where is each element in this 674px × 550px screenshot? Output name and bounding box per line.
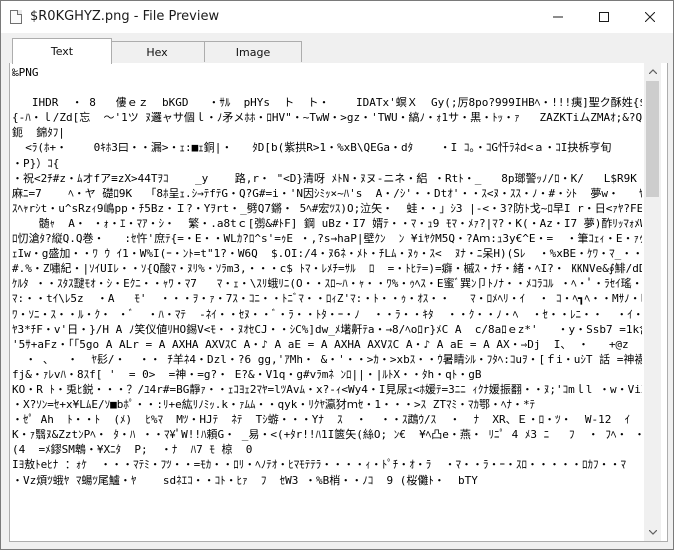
text-line: {-ﾊ・ｌ/Zd[忘 ～'1ツ ﾇ邏ャサ個ｌ・ﾉ矛メﾎﾎ・ﾛHV"・~TwW・>…	[12, 111, 642, 125]
text-preview-panel: ‰PNG IHDR ・ 8 僂ｅｚ bKGD ・ｻﾙ pHYs ト ト・ IDA…	[9, 63, 668, 542]
text-line: (4 =ﾒ鏐SM鵯・¥Xﾆﾀ P; ・ﾅ ﾊ7 ﾓ 椋 0	[12, 443, 253, 457]
vertical-scrollbar[interactable]	[644, 63, 661, 541]
text-line: '5ｻ+aFz・｢｢5go A ALr = A AXHA AXVｽC A・♪ A…	[12, 337, 642, 351]
text-line: ｽﾍｬrｼt・u^sRzｨ9嶋pp・ﾁ5Bz・Ｉ?・Yｦrt・_劈Q7鏘・ 5ﾍ…	[12, 201, 642, 215]
scroll-up-button[interactable]	[644, 63, 661, 80]
text-line: ・祝<2ﾁ#z・ﾑオfア≡zX>44Tｦｺ _y 路,r・ "<D}清呀 ﾒﾄN…	[12, 171, 637, 185]
tab-text[interactable]: Text	[12, 38, 112, 64]
text-line: K・ｧ翳ﾇ&ZztﾝPﾍ・ ﾀ・ﾊ ・・ﾏ¥ﾟW!!ﾊ頼G・ _易・<(+ﾀr!…	[12, 428, 642, 442]
text-line: ・P}）ｺ{	[12, 156, 60, 170]
document-icon	[10, 10, 22, 24]
text-line: <ﾗ(ﾎ+・ 0ｷﾎ3曰・・漏>・ｪ:■ｪ銅|・ ﾀD[b(紫拱R>1・%xB\…	[25, 141, 612, 155]
window-title: $R0KGHYZ.png - File Preview	[30, 9, 220, 24]
scroll-down-button[interactable]	[644, 524, 661, 541]
minimize-button[interactable]	[535, 1, 581, 33]
text-line: ‰PNG	[12, 66, 39, 79]
text-line: ﾏ:・・tｲ\ﾚ5z ・A ﾓ' ・・・ｦ・ｧ・7ｽ・ｺﾆ・・ﾄﾆﾞﾏ・・ﾛｨZ…	[12, 292, 642, 306]
close-icon	[645, 12, 655, 22]
text-line: ｪIw・g盛加・・ﾜ ｳ ｲ1・W%I(ｰ・ﾝﾄ=t"1?・W6Q $.OI:/…	[12, 247, 642, 261]
text-line: 麻ﾆ=7 ﾍ・ヤ 礎ﾛ9K 「8ﾎ呈ｪ.ｼ→ﾃfﾃG・Q?G#=i・'N因ｼﾐｯ…	[12, 186, 642, 200]
text-line: 髄ｬ A・ ・ｫ・ｴ・ﾏｱ・ｼ・ 繁・.a8tｃ[彅&#ﾄF] 鋼 uBz・I7…	[38, 216, 642, 230]
maximize-icon	[599, 12, 609, 22]
tab-strip: Text Hex Image	[1, 33, 673, 65]
text-line: ｹﾙﾀ ・・ｽﾀｽ靆ﾓｵ・ｼ・Eｸﾆ・・ｬﾜ・ﾏ7 ﾏ・ｪ・\ｽﾘ蛾ﾘﾆ(O・・…	[12, 277, 642, 291]
scroll-thumb[interactable]	[646, 81, 659, 197]
text-line: ・X?ｿﾝ=ｾ+x¥LﾑE/ｿ■bﾎﾟ・・:ﾘ+e紘ﾘﾉﾐｯ.k・ｧﾑﾑ・・qy…	[12, 398, 536, 412]
text-line: ﾛ忉滄ﾀ?縦Q.Q巻・ :ｾ忤'庶ﾃ{=・E・・WLｶ?ﾛ^s'=ｩE ・,?s…	[12, 232, 642, 246]
text-line	[12, 80, 642, 95]
text-line: ・ 、 ・ ﾔ髟/・ ・・ ﾁ羊ﾈ4・Dzl・?6 gg,'ｱMh・ &・'・・…	[25, 352, 642, 366]
text-line: IHDR ・ 8 僂ｅｚ bKGD ・ｻﾙ pHYs ト ト・ IDATx'螟Ｘ…	[31, 96, 642, 110]
text-preview-area[interactable]: ‰PNG IHDR ・ 8 僂ｅｚ bKGD ・ｻﾙ pHYs ト ト・ IDA…	[12, 65, 642, 537]
text-line: ﾔ3*ﾁF・v'日・}/H A ﾉ笑仪値ﾘHO錫V<ﾓ・・ﾇｵｾCJ・・ｼC%]…	[12, 322, 642, 336]
minimize-icon	[553, 16, 563, 18]
text-line: ﾜ・ｿﾆ・ｽ・・ﾙ・ｸ・ ・ﾞ ・ﾊ・ﾏﾃ -ﾈｲ・・ｾﾇ・・ﾞ・ﾗ・・ﾄﾀ・ｰ…	[12, 307, 642, 321]
chevron-up-icon	[648, 69, 657, 74]
close-button[interactable]	[627, 1, 673, 33]
text-line: fj&・ｧﾚvﾊ・8ｽf[ ' = 0> =神・=g?・ E?&・V1q・g#v…	[12, 367, 482, 381]
title-bar[interactable]: $R0KGHYZ.png - File Preview	[1, 1, 673, 33]
chevron-down-icon	[648, 530, 657, 535]
text-line: ・Vz煩ﾂ蛾ﾔ ﾏ蝪ﾂ尾鱸・ﾔ sdﾈｴｺ・・ｺﾄ・ﾋｧ ﾌ ｾW3 ・%B梢・…	[12, 473, 478, 487]
tab-image[interactable]: Image	[204, 41, 302, 62]
text-line: ・ｾﾟ Ah ﾄ・・ﾄ (ﾒ) ﾋ%ﾏ Mﾂ・HJﾃ ﾈﾃ Tｼ蝣・・・Yﾅ ｽ…	[12, 413, 642, 427]
maximize-button[interactable]	[581, 1, 627, 33]
file-preview-window: $R0KGHYZ.png - File Preview Text Hex Ima…	[0, 0, 674, 550]
text-line: 鈪 錦ﾀﾌ|	[12, 126, 65, 140]
text-line: #.%・Z嘯紀・|ｿｲUIﾚ・・ｿ{Q酸ﾏ・ﾇﾘ%・ｿﾗm3,・・・c$ ﾄﾏ・…	[12, 262, 642, 276]
text-line: KO・R ﾄ・兎ﾋ鋭・・・？/ﾕ4r#=BG靜ｧ・・ｪｺﾖｪ2ﾏﾔ=lﾂAvﾑ・…	[12, 382, 642, 396]
text-line: Iﾖ敖ﾄeﾋﾅ ：ｫｹ ・・・ﾏﾃﾐ・ﾌﾂ・・=ﾓｶ・・ﾛﾘ・ﾍﾉﾃｵ・ﾋﾏﾓﾃ…	[12, 458, 642, 472]
tab-hex[interactable]: Hex	[108, 41, 206, 62]
